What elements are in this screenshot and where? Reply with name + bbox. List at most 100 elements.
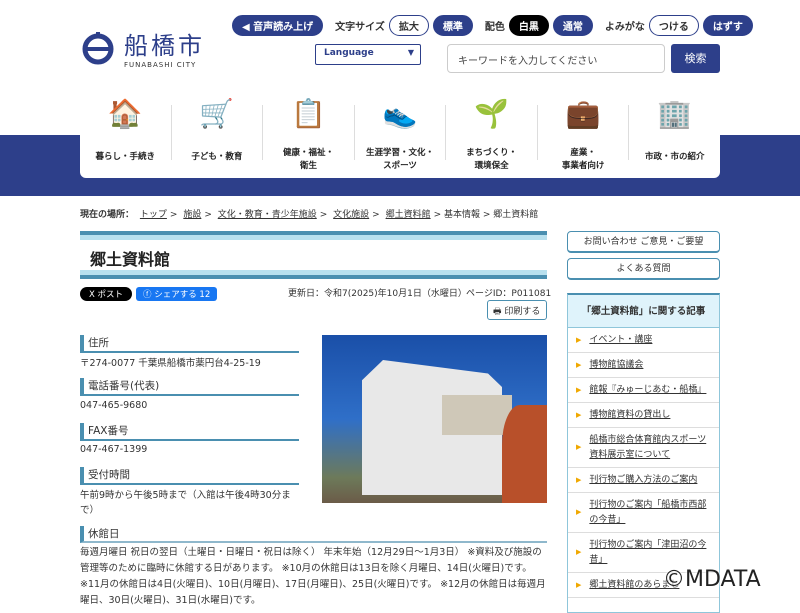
read-aloud-button[interactable]: ◀ 音声読み上げ <box>232 15 324 36</box>
page-title-bar: 郷土資料館 <box>80 231 547 279</box>
arrow-right-icon: ▶ <box>576 335 582 344</box>
tel-heading: 電話番号(代表) <box>80 378 299 396</box>
nav-item-city[interactable]: 🏢 市政・市の紹介 <box>629 97 720 162</box>
breadcrumb-link[interactable]: 文化・教育・青少年施設 <box>218 210 317 220</box>
facebook-share-label: シェアする 12 <box>154 290 211 300</box>
site-logo[interactable]: 船橋市 FUNABASHI CITY <box>80 26 205 69</box>
related-link[interactable]: 館報『みゅーじあむ・船橋』 <box>589 383 706 398</box>
updated-date: 更新日：令和7(2025)年10月1日（水曜日） <box>288 289 467 299</box>
arrow-right-icon: ▶ <box>576 360 582 369</box>
nav-label: 生涯学習・文化・ スポーツ <box>366 148 435 171</box>
closed-days-heading: 休館日 <box>80 526 547 543</box>
nav-item-health[interactable]: 📋 健康・福祉・ 衛生 <box>263 97 355 171</box>
related-link[interactable]: 船橋市総合体育館内スポーツ資料展示室について <box>589 433 713 463</box>
tel-value[interactable]: 047-465-9680 <box>80 400 147 411</box>
address-value: 〒274-0077 千葉県船橋市薬円台4-25-19 <box>80 358 261 369</box>
related-item[interactable]: ▶ 船橋市総合体育館内スポーツ資料展示室について <box>568 428 719 468</box>
related-item[interactable]: ▶ 刊行物ご購入方法のご案内 <box>568 468 719 493</box>
stroller-icon: 🛒 <box>199 97 235 130</box>
clipboard-icon: 📋 <box>291 97 326 130</box>
text-size-label: 文字サイズ <box>335 22 385 33</box>
related-link[interactable]: 刊行物のご案内「津田沼の今昔」 <box>589 538 713 568</box>
breadcrumb-link[interactable]: トップ <box>140 210 167 220</box>
text-size-large-button[interactable]: 拡大 <box>388 15 429 36</box>
accessibility-toolbar: ◀ 音声読み上げ 文字サイズ 拡大 標準 配色 白黒 通常 よみがな つける は… <box>232 15 753 36</box>
faq-button[interactable]: よくある質問 <box>567 258 720 280</box>
x-post-button[interactable]: X ポスト <box>80 287 133 301</box>
breadcrumb-item: 基本情報 <box>444 210 481 220</box>
city-emblem-icon <box>82 31 114 64</box>
breadcrumb-link[interactable]: 郷土資料館 <box>386 210 431 220</box>
address-heading: 住所 <box>80 335 299 353</box>
sneaker-icon: 👟 <box>382 97 418 130</box>
closed-days-text: 毎週月曜日 祝日の翌日（土曜日・日曜日・祝日は除く） 年末年始（12月29日～1… <box>80 547 546 606</box>
breadcrumb-link[interactable]: 文化施設 <box>333 210 369 220</box>
fax-value: 047-467-1399 <box>80 444 148 455</box>
building-icon: 🏢 <box>657 97 693 130</box>
related-link[interactable]: 博物館資料の貸出し <box>589 408 670 423</box>
print-button[interactable]: 🖶 印刷する <box>487 300 547 320</box>
arrow-right-icon: ▶ <box>576 548 582 556</box>
related-link[interactable]: 博物館協議会 <box>589 358 643 373</box>
furigana-off-button[interactable]: はずす <box>702 15 753 36</box>
nav-item-culture[interactable]: 👟 生涯学習・文化・ スポーツ <box>355 97 447 171</box>
house-icon: 🏠 <box>107 97 143 130</box>
breadcrumb-link[interactable]: 施設 <box>183 210 201 220</box>
arrow-right-icon: ▶ <box>576 443 582 451</box>
color-bw-button[interactable]: 白黒 <box>508 15 549 36</box>
arrow-right-icon: ▶ <box>576 385 582 394</box>
hours-value: 午前9時から午後5時まで（入館は午後4時30分まで） <box>80 490 291 516</box>
related-item[interactable]: ▶ 博物館資料の貸出し <box>568 403 719 428</box>
read-aloud-label: 音声読み上げ <box>253 22 314 33</box>
nav-label: 産業・ 事業者向け <box>561 148 605 171</box>
furigana-label: よみがな <box>604 22 645 33</box>
printer-icon: 🖶 <box>493 307 502 317</box>
facebook-share-button[interactable]: ⓕ シェアする 12 <box>136 287 218 301</box>
search-button[interactable]: 検索 <box>671 44 720 73</box>
breadcrumb-label: 現在の場所： <box>80 210 135 220</box>
arrow-right-icon: ▶ <box>576 508 582 516</box>
print-label: 印刷する <box>504 307 541 317</box>
hours-heading: 受付時間 <box>80 467 299 485</box>
nav-item-children[interactable]: 🛒 子ども・教育 <box>172 97 264 162</box>
related-articles-title: 「郷土資料館」に関する記事 <box>568 295 719 328</box>
nav-label: まちづくり・ 環境保全 <box>466 148 518 171</box>
color-normal-button[interactable]: 通常 <box>552 15 593 36</box>
language-select[interactable]: Language ▼ <box>315 44 421 65</box>
arrow-right-icon: ▶ <box>576 410 582 419</box>
contact-button[interactable]: お問い合わせ ご意見・ご要望 <box>567 231 720 253</box>
text-size-normal-button[interactable]: 標準 <box>432 15 473 36</box>
furigana-on-button[interactable]: つける <box>648 15 699 36</box>
nav-label: 子ども・教育 <box>191 152 243 162</box>
sprout-icon: 🌱 <box>474 97 510 130</box>
breadcrumb: 現在の場所： トップ > 施設 > 文化・教育・青少年施設 > 文化施設 > 郷土資料館… <box>80 210 539 220</box>
arrow-right-icon: ▶ <box>576 580 582 589</box>
arrow-right-icon: ▶ <box>576 475 582 484</box>
nav-label: 暮らし・手続き <box>95 152 156 162</box>
related-link[interactable]: イベント・講座 <box>589 333 652 348</box>
fax-heading: FAX番号 <box>80 423 299 441</box>
briefcase-icon: 💼 <box>565 97 601 130</box>
color-label: 配色 <box>484 22 505 33</box>
museum-photo <box>322 335 547 503</box>
logo-subtext: FUNABASHI CITY <box>124 61 197 69</box>
nav-item-living[interactable]: 🏠 暮らし・手続き <box>80 97 172 162</box>
nav-item-business[interactable]: 💼 産業・ 事業者向け <box>538 97 630 171</box>
nav-label: 健康・福祉・ 衛生 <box>282 148 334 171</box>
nav-item-environment[interactable]: 🌱 まちづくり・ 環境保全 <box>446 97 538 171</box>
page-id: ページID：P011081 <box>466 289 552 299</box>
breadcrumb-current: 郷土資料館 <box>493 210 539 220</box>
related-link[interactable]: 刊行物のご案内「船橋市西部の今昔」 <box>589 498 713 528</box>
related-item[interactable]: ▶ 刊行物のご案内「船橋市西部の今昔」 <box>568 493 719 533</box>
related-item[interactable]: ▶ 館報『みゅーじあむ・船橋』 <box>568 378 719 403</box>
watermark: ©MDATA <box>663 567 761 592</box>
search-input[interactable]: キーワードを入力してください <box>447 44 665 73</box>
nav-label: 市政・市の紹介 <box>645 152 705 162</box>
related-item[interactable]: ▶ 博物館協議会 <box>568 353 719 378</box>
related-link[interactable]: 刊行物ご購入方法のご案内 <box>589 473 697 488</box>
page-title: 郷土資料館 <box>90 250 171 269</box>
language-label: Language <box>324 48 374 58</box>
logo-text: 船橋市 <box>124 32 205 60</box>
main-nav: 🏠 暮らし・手続き 🛒 子ども・教育 📋 健康・福祉・ 衛生 👟 生涯学習・文化・ スポ… <box>80 95 720 178</box>
related-item[interactable]: ▶ イベント・講座 <box>568 328 719 353</box>
